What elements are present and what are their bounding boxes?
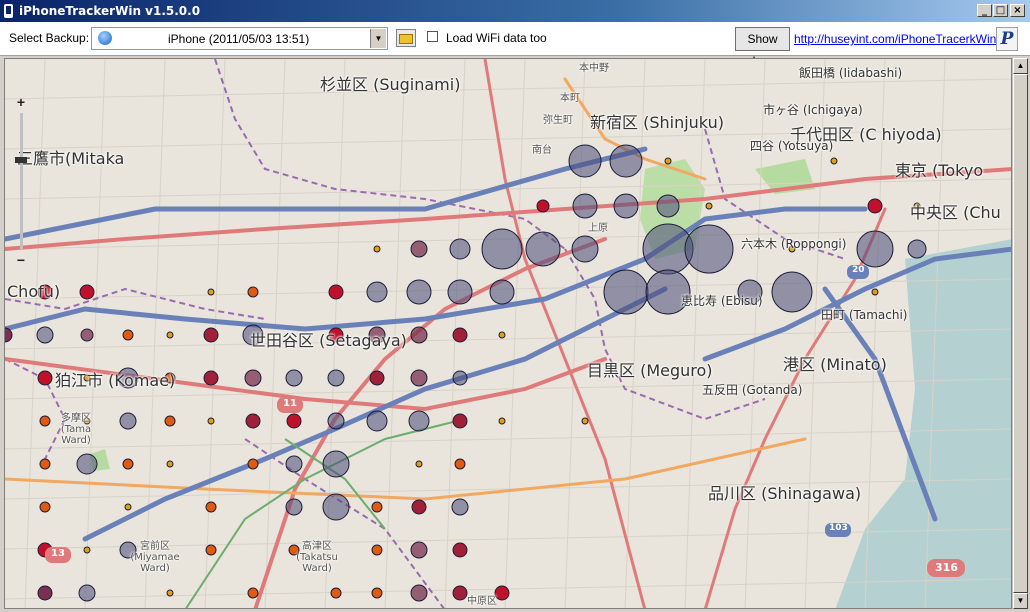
map-label: 多摩区 (Tama Ward)	[60, 413, 92, 446]
wifi-checkbox-label[interactable]: Load WiFi data too	[446, 31, 547, 45]
scroll-thumb[interactable]	[1013, 74, 1028, 593]
map-label: 本中野	[579, 63, 609, 74]
scroll-up-button[interactable]: ▲	[1013, 58, 1028, 74]
homepage-link[interactable]: http://huseyint.com/iPhoneTracerkWin	[794, 32, 996, 46]
map-label: 中原区	[467, 596, 497, 607]
itunes-icon	[98, 31, 112, 45]
zoom-in-button[interactable]: +	[14, 95, 28, 109]
map-label: 中央区 (Chu	[910, 203, 1001, 222]
wifi-checkbox[interactable]	[427, 31, 438, 42]
map-label: 目黒区 (Meguro)	[587, 361, 713, 380]
minimize-button[interactable]: _	[977, 4, 992, 17]
select-backup-label: Select Backup:	[9, 31, 90, 45]
map-label: 世田谷区 (Setagaya)	[250, 331, 407, 350]
close-button[interactable]: ×	[1010, 4, 1025, 17]
zoom-slider-handle[interactable]	[15, 157, 27, 163]
map-label: 五反田 (Gotanda)	[702, 383, 803, 397]
route-shield: 20	[852, 265, 865, 275]
paypal-donate-button[interactable]: P	[996, 27, 1018, 51]
map-label: Chofu)	[7, 282, 61, 301]
route-shield: 13	[51, 548, 65, 559]
map-label: 宮前区 (Miyamae Ward)	[130, 541, 180, 574]
map-label: 恵比寿 (Ebisu)	[681, 294, 763, 308]
map-label: 弥生町	[543, 115, 573, 126]
route-shield: 11	[283, 398, 297, 409]
map-label: 狛江市 (Komae)	[55, 371, 176, 390]
scroll-down-button[interactable]: ▼	[1013, 593, 1028, 609]
map-label: 本町	[560, 93, 580, 104]
map-label: 田町 (Tamachi)	[821, 308, 908, 322]
title-bar: iPhoneTrackerWin v1.5.0.0 _ □ ×	[0, 0, 1030, 22]
map-label: 東京 (Tokyo	[895, 161, 984, 180]
zoom-slider-rail[interactable]	[20, 113, 23, 249]
backup-select-value: iPhone (2011/05/03 13:51)	[168, 32, 310, 46]
toolbar: Select Backup: iPhone (2011/05/03 13:51)…	[0, 22, 1030, 68]
route-shield: 103	[829, 523, 848, 533]
route-shield: 316	[935, 561, 958, 574]
zoom-out-button[interactable]: −	[14, 253, 28, 267]
app-phone-icon	[4, 4, 13, 18]
chevron-down-icon[interactable]: ▼	[370, 29, 386, 48]
map-label: 四谷 (Yotsuya)	[750, 139, 834, 153]
map-label: 高津区 (Takatsu Ward)	[296, 541, 338, 574]
vertical-scrollbar[interactable]: ▲ ▼	[1012, 58, 1028, 609]
map-label: 三鷹市(Mitaka	[17, 149, 125, 168]
show-log-button[interactable]: Show Log	[735, 27, 790, 68]
map-label: 飯田橋 (Iidabashi)	[799, 66, 903, 80]
map-label: 港区 (Minato)	[783, 355, 887, 374]
open-folder-button[interactable]	[396, 29, 416, 47]
map-label: 杉並区 (Suginami)	[320, 75, 461, 94]
backup-select[interactable]: iPhone (2011/05/03 13:51) ▼	[91, 27, 388, 50]
map-view[interactable]: 杉並区 (Suginami) 新宿区 (Shinjuku) 千代田区 (C hi…	[4, 58, 1012, 609]
maximize-button[interactable]: □	[993, 4, 1008, 17]
zoom-control: + −	[11, 95, 31, 275]
map-label: 品川区 (Shinagawa)	[708, 484, 862, 503]
map-label: 南台	[532, 145, 552, 156]
map-label: 新宿区 (Shinjuku)	[590, 113, 724, 132]
window-title: iPhoneTrackerWin v1.5.0.0	[19, 4, 201, 18]
map-label: 六本木 (Roppongi)	[741, 237, 847, 251]
map-label: 市ヶ谷 (Ichigaya)	[763, 103, 863, 117]
map-label: 上原	[588, 223, 608, 234]
